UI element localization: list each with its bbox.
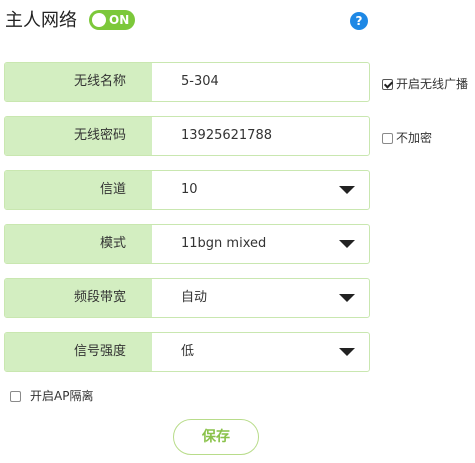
no-encrypt-checkbox[interactable]: 不加密	[382, 131, 432, 145]
mode-select[interactable]: 模式 11bgn mixed	[4, 224, 370, 264]
ap-isolation-label: 开启AP隔离	[30, 389, 94, 403]
signal-select[interactable]: 信号强度 低	[4, 332, 370, 372]
toggle-label: ON	[109, 13, 130, 27]
mode-label: 模式	[5, 225, 152, 263]
page-title: 主人网络	[5, 10, 77, 31]
password-label: 无线密码	[5, 117, 152, 155]
checkbox-unchecked-icon[interactable]	[382, 133, 393, 144]
dropdown-arrow-icon[interactable]	[339, 294, 355, 302]
password-input[interactable]: 13925621788	[181, 117, 272, 155]
signal-label: 信号强度	[5, 333, 152, 371]
channel-value: 10	[181, 182, 198, 197]
signal-value: 低	[181, 344, 195, 359]
channel-label: 信道	[5, 171, 152, 209]
password-row: 无线密码 13925621788	[4, 116, 370, 156]
ap-isolation-checkbox[interactable]: 开启AP隔离	[10, 389, 93, 403]
toggle-knob	[92, 13, 106, 27]
dropdown-arrow-icon[interactable]	[339, 240, 355, 248]
dropdown-arrow-icon[interactable]	[339, 348, 355, 356]
broadcast-checkbox[interactable]: 开启无线广播	[382, 77, 468, 91]
bandwidth-label: 频段带宽	[5, 279, 152, 317]
mode-value: 11bgn mixed	[181, 236, 267, 251]
no-encrypt-label: 不加密	[396, 131, 433, 145]
ssid-label: 无线名称	[5, 63, 152, 101]
network-toggle[interactable]: ON	[89, 10, 135, 30]
bandwidth-select[interactable]: 频段带宽 自动	[4, 278, 370, 318]
channel-select[interactable]: 信道 10	[4, 170, 370, 210]
ssid-row: 无线名称 5-304	[4, 62, 370, 102]
checkbox-unchecked-icon[interactable]	[10, 391, 21, 402]
broadcast-label: 开启无线广播	[396, 77, 469, 91]
bandwidth-value: 自动	[181, 290, 208, 305]
ssid-input[interactable]: 5-304	[181, 63, 219, 101]
save-button[interactable]: 保存	[173, 419, 259, 455]
checkbox-checked-icon[interactable]	[382, 79, 393, 90]
help-icon[interactable]: ?	[350, 12, 368, 30]
dropdown-arrow-icon[interactable]	[339, 186, 355, 194]
